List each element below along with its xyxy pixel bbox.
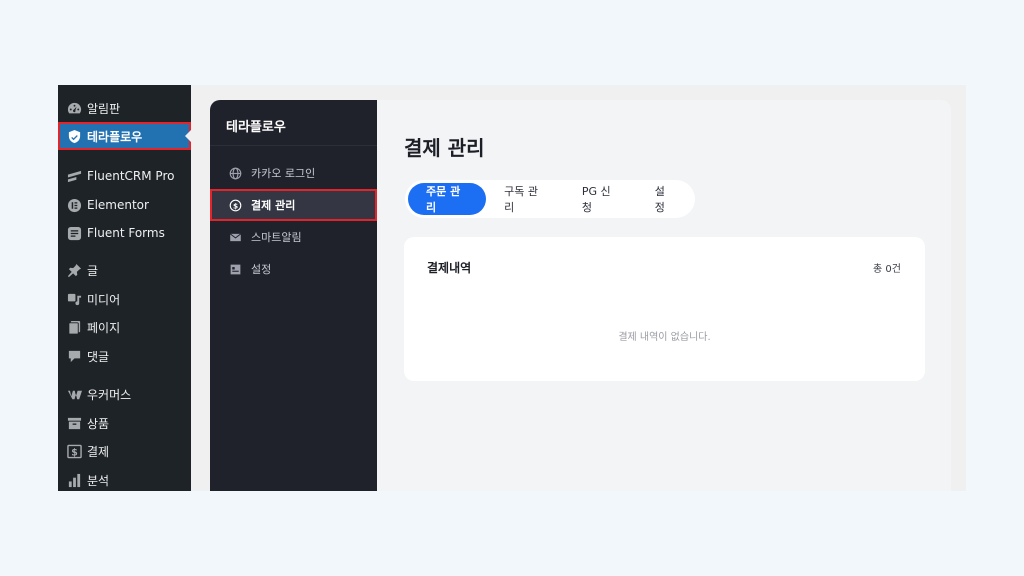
wp-menu-woocommerce[interactable]: 우커머스 bbox=[58, 380, 191, 408]
plugin-nav-label: 결제 관리 bbox=[251, 199, 296, 212]
elementor-icon bbox=[65, 196, 83, 214]
wp-menu-label: 알림판 bbox=[87, 101, 121, 116]
wp-menu-dashboard[interactable]: 알림판 bbox=[58, 94, 191, 122]
dollar-icon: $ bbox=[228, 198, 242, 212]
comment-icon bbox=[65, 347, 83, 365]
wp-menu-label: 글 bbox=[87, 263, 99, 278]
wp-menu-label: 미디어 bbox=[87, 292, 121, 307]
woocommerce-icon bbox=[65, 385, 83, 403]
fluentcrm-icon bbox=[65, 167, 83, 185]
plugin-nav-label: 카카오 로그인 bbox=[251, 167, 316, 180]
tab-order-management[interactable]: 주문 관리 bbox=[408, 183, 487, 215]
wp-menu-comments[interactable]: 댓글 bbox=[58, 342, 191, 370]
archive-icon bbox=[65, 414, 83, 432]
wp-menu-products[interactable]: 상품 bbox=[58, 409, 191, 437]
wp-menu-teraflow[interactable]: 테라플로우 bbox=[58, 122, 191, 150]
total-count: 총 0건 bbox=[873, 264, 901, 275]
settings-icon bbox=[228, 262, 242, 276]
payment-icon: $ bbox=[65, 442, 83, 460]
wp-menu-label: 댓글 bbox=[87, 349, 110, 364]
wp-menu-elementor[interactable]: Elementor bbox=[58, 191, 191, 219]
plugin-nav-payment-management[interactable]: $ 결제 관리 bbox=[210, 189, 377, 221]
svg-text:$: $ bbox=[71, 447, 78, 458]
main-content: 결제 관리 주문 관리 구독 관리 PG 신청 설정 결제내역 총 0건 결제 … bbox=[377, 100, 951, 491]
plugin-nav-label: 설정 bbox=[251, 263, 272, 276]
empty-state-message: 결제 내역이 없습니다. bbox=[618, 332, 711, 343]
current-menu-arrow bbox=[185, 130, 191, 142]
plugin-nav-settings[interactable]: 설정 bbox=[210, 253, 377, 285]
wp-menu-fluentcrm[interactable]: FluentCRM Pro bbox=[58, 162, 191, 190]
plugin-nav-smart-alert[interactable]: 스마트알림 bbox=[210, 221, 377, 253]
plugin-nav-kakao-login[interactable]: 카카오 로그인 bbox=[210, 157, 377, 189]
payment-history-card: 결제내역 총 0건 결제 내역이 없습니다. bbox=[404, 237, 925, 381]
pin-icon bbox=[65, 261, 83, 279]
admin-frame: 알림판 테라플로우 FluentCRM Pro Elementor Fluent… bbox=[58, 85, 966, 491]
globe-icon bbox=[228, 166, 242, 180]
mail-icon bbox=[228, 230, 242, 244]
forms-icon bbox=[65, 224, 83, 242]
card-title: 결제내역 bbox=[427, 261, 472, 275]
wp-menu-label: Fluent Forms bbox=[87, 226, 165, 240]
media-icon bbox=[65, 290, 83, 308]
shield-icon bbox=[65, 127, 83, 145]
wp-menu-label: 테라플로우 bbox=[87, 129, 143, 144]
dashboard-icon bbox=[65, 99, 83, 117]
plugin-title: 테라플로우 bbox=[226, 120, 286, 135]
wp-menu-fluent-forms[interactable]: Fluent Forms bbox=[58, 219, 191, 247]
wp-menu-payments[interactable]: $ 결제 bbox=[58, 437, 191, 465]
wp-menu-posts[interactable]: 글 bbox=[58, 256, 191, 284]
wp-menu-label: Elementor bbox=[87, 198, 149, 212]
plugin-nav-label: 스마트알림 bbox=[251, 231, 302, 244]
tab-subscription-management[interactable]: 구독 관리 bbox=[486, 183, 564, 215]
svg-text:$: $ bbox=[232, 201, 237, 210]
plugin-sidebar: 테라플로우 카카오 로그인 $ 결제 관리 스마트알림 설정 bbox=[210, 100, 377, 491]
chart-icon bbox=[65, 471, 83, 489]
wp-menu-media[interactable]: 미디어 bbox=[58, 285, 191, 313]
pages-icon bbox=[65, 318, 83, 336]
tab-pg-application[interactable]: PG 신청 bbox=[564, 183, 637, 215]
plugin-sidebar-divider bbox=[210, 145, 377, 146]
wp-menu-label: 페이지 bbox=[87, 320, 121, 335]
wp-menu-pages[interactable]: 페이지 bbox=[58, 313, 191, 341]
page-title: 결제 관리 bbox=[404, 136, 485, 160]
wp-admin-sidebar: 알림판 테라플로우 FluentCRM Pro Elementor Fluent… bbox=[58, 85, 191, 491]
wp-menu-label: 분석 bbox=[87, 473, 110, 488]
wp-menu-label: 결제 bbox=[87, 444, 110, 459]
wp-menu-label: 우커머스 bbox=[87, 387, 132, 402]
plugin-panel: 테라플로우 카카오 로그인 $ 결제 관리 스마트알림 설정 결제 관리 주문 … bbox=[210, 100, 951, 491]
wp-menu-analytics[interactable]: 분석 bbox=[58, 466, 191, 491]
wp-menu-label: 상품 bbox=[87, 416, 110, 431]
wp-menu-label: FluentCRM Pro bbox=[87, 169, 175, 183]
tab-bar: 주문 관리 구독 관리 PG 신청 설정 bbox=[405, 180, 695, 218]
tab-settings[interactable]: 설정 bbox=[637, 183, 692, 215]
